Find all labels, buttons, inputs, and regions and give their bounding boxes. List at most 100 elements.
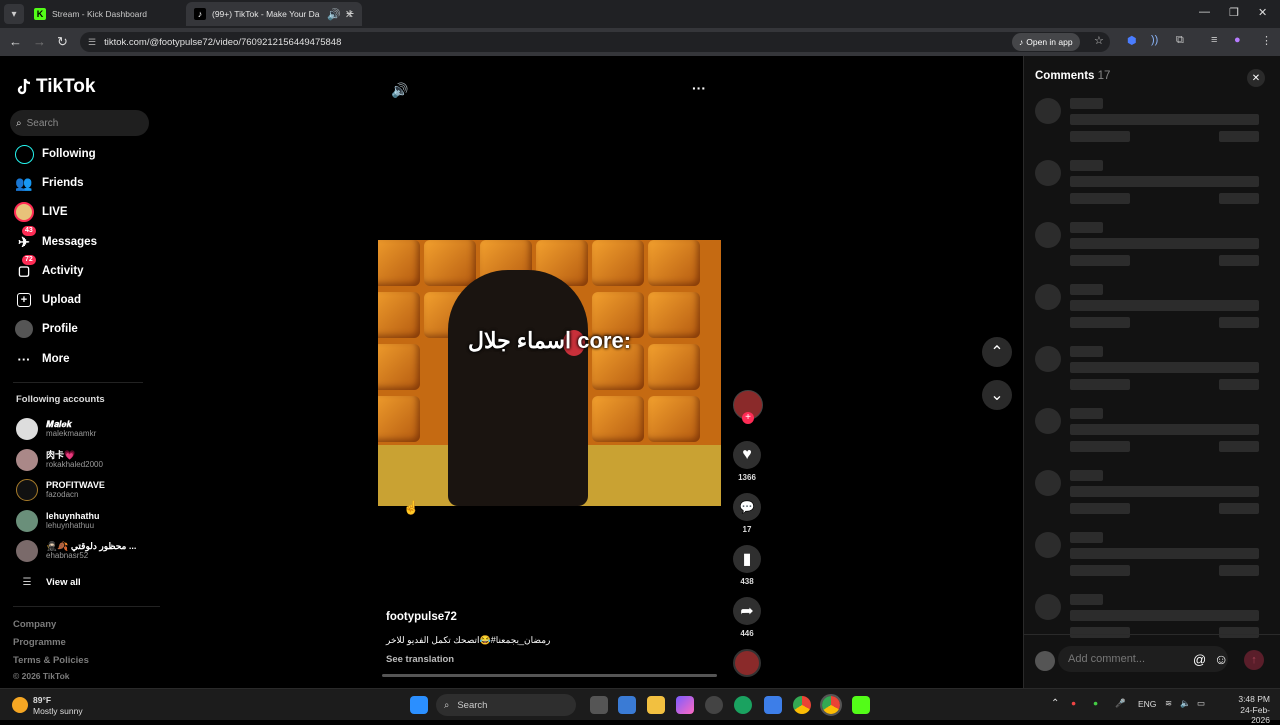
file-explorer-icon[interactable]: [647, 696, 665, 714]
share-button[interactable]: ➦ 446: [733, 597, 761, 638]
account-name: lehuynhathu: [46, 511, 100, 521]
extension-sound-icon[interactable]: )): [1151, 34, 1158, 46]
video-player[interactable]: [378, 240, 721, 506]
weather-temp[interactable]: 89°F: [33, 695, 51, 705]
account-item[interactable]: 𝑴𝒂𝒍𝒆𝒌 malekmaamkr: [16, 416, 96, 442]
media-control-icon[interactable]: ≡: [1211, 34, 1217, 46]
tab-kick-dashboard[interactable]: K Stream - Kick Dashboard ✕: [26, 2, 202, 26]
mention-icon[interactable]: @: [1193, 652, 1206, 667]
account-username: rokakhaled2000: [46, 460, 103, 469]
back-icon[interactable]: ←: [9, 34, 22, 49]
url-bar[interactable]: ☰ tiktok.com/@footypulse72/video/7609212…: [80, 32, 1110, 52]
volume-icon[interactable]: 🔊: [391, 82, 408, 99]
taskbar-search[interactable]: ⌕ Search: [436, 694, 576, 716]
account-item[interactable]: PROFITWAVE fazodacn: [16, 477, 105, 503]
video-tile: [424, 240, 476, 286]
avatar: [16, 540, 38, 562]
author-avatar-button[interactable]: +: [733, 390, 763, 432]
friends-icon: 👥: [15, 174, 33, 191]
chrome-icon[interactable]: [793, 696, 811, 714]
nav-messages[interactable]: ✈ 43 Messages: [14, 226, 97, 253]
bookmark-star-icon[interactable]: ☆: [1094, 34, 1104, 47]
account-name: 𝑴𝒂𝒍𝒆𝒌: [46, 419, 73, 429]
tray-overflow-icon[interactable]: ⌃: [1051, 698, 1059, 709]
restore-icon[interactable]: ❐: [1229, 6, 1239, 19]
nav-activity[interactable]: ▢ 72 Activity: [14, 255, 84, 282]
nav-live[interactable]: LIVE: [14, 201, 68, 223]
footer-company-link[interactable]: Company: [13, 619, 56, 630]
skeleton-avatar: [1035, 284, 1061, 310]
weather-desc[interactable]: Mostly sunny: [33, 706, 83, 716]
search-input[interactable]: ⌕ Search: [10, 110, 149, 136]
chrome-active-icon[interactable]: [820, 694, 842, 716]
wifi-icon[interactable]: ≋: [1165, 698, 1172, 709]
close-icon[interactable]: ✕: [1247, 69, 1265, 87]
view-all-button[interactable]: ☰ View all: [16, 569, 81, 595]
close-window-icon[interactable]: ✕: [1258, 6, 1267, 19]
save-button[interactable]: ▮ 438: [733, 545, 761, 586]
clock-time[interactable]: 3:48 PM: [1222, 694, 1270, 704]
like-button[interactable]: ♥ 1366: [733, 441, 761, 482]
copilot-icon[interactable]: [676, 696, 694, 714]
see-translation-link[interactable]: See translation: [386, 654, 454, 665]
footer-terms-link[interactable]: Terms & Policies: [13, 655, 89, 666]
tab-tiktok[interactable]: ♪ (99+) TikTok - Make Your Da 🔊 ✕: [186, 2, 362, 26]
site-info-icon[interactable]: ☰: [88, 37, 96, 48]
windows-start-icon[interactable]: [410, 696, 428, 714]
extension-shield-icon[interactable]: ⬢: [1127, 34, 1137, 47]
speaker-icon[interactable]: 🔈: [1180, 698, 1191, 709]
account-item[interactable]: 🥷🏻🍂 محظور دلوقتي ... ehabnasr52: [16, 538, 136, 564]
profile-avatar-icon[interactable]: ●: [1234, 34, 1241, 46]
skeleton-line: [1070, 255, 1130, 266]
microphone-icon[interactable]: 🎤: [1115, 698, 1126, 709]
edge-icon[interactable]: [734, 696, 752, 714]
comment-button[interactable]: 💬 17: [733, 493, 761, 534]
tiktok-small-icon: ♪: [1019, 37, 1024, 47]
forward-icon[interactable]: →: [33, 34, 46, 49]
nav-upload[interactable]: + Upload: [14, 289, 81, 311]
open-in-app-button[interactable]: ♪ Open in app: [1012, 33, 1080, 51]
previous-video-button[interactable]: ⌃: [982, 337, 1012, 367]
language-indicator[interactable]: ENG: [1138, 699, 1156, 709]
new-tab-button[interactable]: +: [346, 5, 354, 21]
tab-search-dropdown[interactable]: ▾: [4, 4, 24, 24]
clock-date[interactable]: 24-Feb-2026: [1222, 705, 1270, 725]
skeleton-line: [1070, 594, 1103, 605]
video-progress-bar[interactable]: [382, 674, 717, 677]
account-item[interactable]: lehuynhathu lehuynhathuu: [16, 508, 100, 534]
messages-badge: 43: [22, 226, 36, 236]
kick-app-icon[interactable]: [852, 696, 870, 714]
nav-label: Activity: [42, 265, 84, 277]
extensions-puzzle-icon[interactable]: ⧉: [1176, 34, 1184, 47]
music-disc-button[interactable]: [733, 649, 761, 677]
video-author[interactable]: footypulse72: [386, 611, 457, 623]
nav-friends[interactable]: 👥 Friends: [14, 172, 83, 194]
account-item[interactable]: 肉卡💗 rokakhaled2000: [16, 447, 103, 473]
nav-following[interactable]: Following: [14, 143, 96, 165]
next-video-button[interactable]: ⌄: [982, 380, 1012, 410]
nav-profile[interactable]: Profile: [14, 318, 78, 340]
battery-icon[interactable]: ▭: [1197, 698, 1205, 709]
mail-icon[interactable]: [764, 696, 782, 714]
follow-plus-icon[interactable]: +: [742, 412, 754, 424]
store-icon[interactable]: [618, 696, 636, 714]
post-comment-button[interactable]: ↑: [1244, 650, 1264, 670]
reload-icon[interactable]: ↻: [57, 34, 68, 50]
emoji-icon[interactable]: ☺: [1214, 651, 1228, 667]
skeleton-line: [1070, 238, 1259, 249]
task-view-icon[interactable]: [590, 696, 608, 714]
footer-programme-link[interactable]: Programme: [13, 637, 66, 648]
skeleton-line: [1070, 98, 1103, 109]
browser-menu-icon[interactable]: ⋮: [1261, 34, 1272, 47]
video-tile: [592, 396, 644, 442]
tiktok-logo[interactable]: TikTok: [16, 76, 95, 98]
video-overlay-text: اسماء جلال core:: [467, 328, 632, 353]
nav-more[interactable]: ··· More: [14, 348, 70, 370]
tray-app-icon[interactable]: ●: [1071, 698, 1076, 708]
weather-sun-icon[interactable]: [12, 697, 28, 713]
more-options-icon[interactable]: ···: [692, 80, 706, 96]
chatgpt-icon[interactable]: [705, 696, 723, 714]
minimize-icon[interactable]: —: [1199, 6, 1210, 18]
tray-app-icon[interactable]: ●: [1093, 698, 1098, 708]
speaker-tab-icon[interactable]: 🔊: [327, 8, 341, 21]
